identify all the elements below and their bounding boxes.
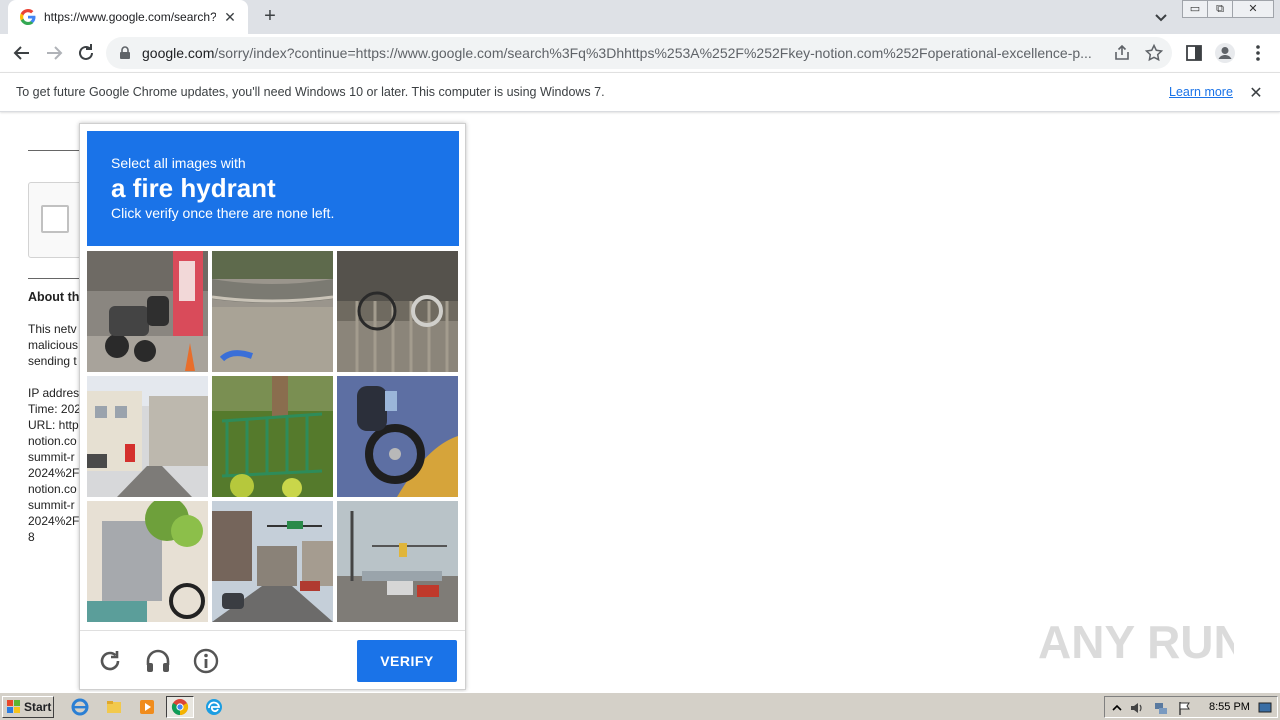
tab-search-chevron-icon[interactable]: [1150, 6, 1172, 28]
infobar-close-icon[interactable]: ✕: [1247, 83, 1265, 103]
image-tile-3[interactable]: [337, 251, 458, 372]
action-center-flag-icon[interactable]: [1177, 700, 1193, 716]
window-close-button[interactable]: ✕: [1232, 0, 1274, 18]
green-fence-tile: [212, 376, 333, 497]
taskbar-chrome[interactable]: [166, 696, 194, 718]
about-text-line: sending t: [28, 354, 77, 368]
image-tile-6[interactable]: [337, 376, 458, 497]
taskbar-edge[interactable]: [200, 696, 228, 718]
about-text-line: 8: [28, 530, 35, 544]
network-icon[interactable]: [1153, 700, 1169, 716]
kebab-menu-icon[interactable]: [1247, 42, 1269, 64]
taskbar-ie[interactable]: [66, 696, 94, 718]
infobar-message: To get future Google Chrome updates, you…: [16, 85, 605, 99]
tab-close-icon[interactable]: ✕: [222, 9, 238, 26]
show-desktop-icon[interactable]: [1257, 700, 1273, 716]
taskbar-explorer[interactable]: [100, 696, 128, 718]
about-text-line: summit-r: [28, 450, 75, 464]
recaptcha-challenge: Select all images with a fire hydrant Cl…: [79, 123, 466, 690]
folder-icon: [107, 701, 121, 713]
windows-taskbar: Start 8:55 PM: [0, 692, 1280, 720]
start-button[interactable]: Start: [2, 696, 54, 718]
start-label: Start: [24, 700, 52, 714]
instruction-line1: Select all images with: [111, 155, 246, 171]
verify-button[interactable]: VERIFY: [357, 640, 457, 682]
side-panel-icon[interactable]: [1183, 42, 1205, 64]
taskbar-clock: 8:55 PM: [1209, 701, 1250, 713]
audio-challenge-headphones-icon[interactable]: [144, 647, 172, 675]
image-tile-8[interactable]: [212, 501, 333, 622]
edge-icon: [206, 699, 222, 715]
back-arrow-icon[interactable]: [10, 41, 34, 65]
share-icon[interactable]: [1112, 43, 1132, 63]
image-grid: [87, 251, 459, 623]
challenge-header: Select all images with a fire hydrant Cl…: [87, 131, 459, 246]
instruction-line3: Click verify once there are none left.: [111, 205, 335, 221]
curb-road-tile: [212, 251, 333, 372]
image-tile-9[interactable]: [337, 501, 458, 622]
about-text-line: malicious: [28, 338, 79, 352]
challenge-footer: VERIFY: [80, 630, 465, 690]
about-text-line: notion.co: [28, 434, 77, 448]
reload-challenge-icon[interactable]: [96, 647, 124, 675]
browser-toolbar: google.com/sorry/index?continue=https://…: [0, 34, 1280, 72]
taskbar-media-player[interactable]: [133, 696, 161, 718]
chrome-icon: [171, 699, 189, 716]
system-tray: 8:55 PM: [1104, 696, 1278, 718]
restore-button[interactable]: ⧉: [1207, 0, 1233, 18]
svg-text:ANY RUN: ANY RUN: [1038, 616, 1234, 668]
volume-icon[interactable]: [1129, 700, 1145, 716]
street-buildings-tile: [87, 376, 208, 497]
scooters-street-tile: [87, 251, 208, 372]
url-host: google.com: [142, 45, 215, 61]
address-bar[interactable]: google.com/sorry/index?continue=https://…: [106, 37, 1172, 69]
image-tile-4[interactable]: [87, 376, 208, 497]
learn-more-link[interactable]: Learn more: [1169, 85, 1233, 99]
bicycle-fence-tile: [337, 251, 458, 372]
about-text-line: URL: http: [28, 418, 79, 432]
about-text-line: 2024%2F: [28, 466, 80, 480]
challenge-target: a fire hydrant: [111, 173, 276, 203]
about-text-line: 2024%2F: [28, 514, 80, 528]
url-text: google.com/sorry/index?continue=https://…: [142, 45, 1172, 61]
image-tile-1[interactable]: [87, 251, 208, 372]
forward-arrow-icon[interactable]: [42, 41, 66, 65]
image-tile-2[interactable]: [212, 251, 333, 372]
tab-strip: https://www.google.com/search?q= ✕ + ▭ ⧉…: [0, 0, 1280, 34]
about-text-line: IP addres: [28, 386, 80, 400]
recaptcha-checkbox[interactable]: [41, 205, 69, 233]
bookmark-star-icon[interactable]: [1144, 43, 1164, 63]
show-hidden-icons-icon[interactable]: [1109, 700, 1125, 716]
anyrun-watermark-logo: ANY RUN: [1038, 616, 1234, 668]
motorcycle-wheel-tile: [337, 376, 458, 497]
bicycle-wall-tile: [87, 501, 208, 622]
lock-icon[interactable]: [118, 46, 132, 60]
help-info-icon[interactable]: [192, 647, 220, 675]
about-text-line: notion.co: [28, 482, 77, 496]
traffic-light-road-tile: [337, 501, 458, 622]
new-tab-button[interactable]: +: [258, 5, 282, 29]
browser-tab[interactable]: https://www.google.com/search?q= ✕: [8, 0, 248, 34]
about-text-line: Time: 202: [28, 402, 80, 416]
internet-explorer-icon: [71, 698, 89, 716]
image-tile-5[interactable]: [212, 376, 333, 497]
update-infobar: To get future Google Chrome updates, you…: [0, 72, 1280, 112]
profile-avatar-icon[interactable]: [1214, 42, 1236, 64]
url-path: /sorry/index?continue=https://www.google…: [214, 45, 1092, 61]
reload-icon[interactable]: [74, 41, 98, 65]
about-text-line: summit-r: [28, 498, 75, 512]
image-tile-7[interactable]: [87, 501, 208, 622]
about-text-line: This netv: [28, 322, 77, 336]
intersection-tile: [212, 501, 333, 622]
windows-flag-icon: [7, 700, 20, 713]
google-favicon-icon: [20, 9, 36, 25]
media-player-icon: [140, 700, 154, 714]
about-heading: About th: [28, 290, 80, 304]
minimize-button[interactable]: ▭: [1182, 0, 1208, 18]
tab-title: https://www.google.com/search?q=: [44, 10, 216, 24]
